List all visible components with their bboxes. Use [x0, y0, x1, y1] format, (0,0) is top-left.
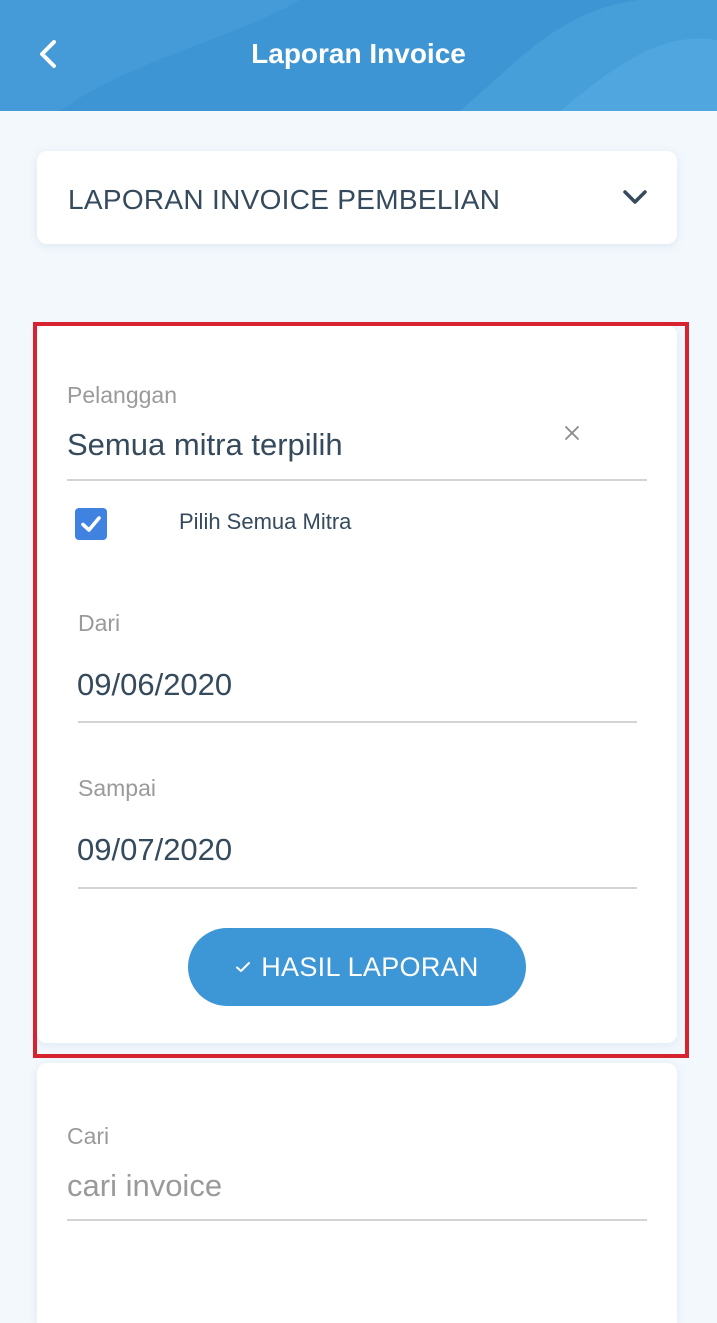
select-all-label: Pilih Semua Mitra — [179, 509, 352, 534]
date-to-field[interactable]: 09/07/2020 — [77, 832, 232, 868]
date-from-label: Dari — [78, 610, 121, 636]
page-title: Laporan Invoice — [251, 38, 466, 69]
report-filter-form: Pelanggan Semua mitra terpilih Pilih Sem… — [37, 325, 677, 1043]
generate-report-label: HASIL LAPORAN — [261, 951, 479, 982]
close-icon[interactable] — [562, 423, 582, 443]
search-card: Cari — [37, 1063, 677, 1323]
check-icon — [236, 962, 251, 972]
generate-report-button[interactable]: HASIL LAPORAN — [188, 928, 526, 1006]
search-input[interactable] — [67, 1163, 647, 1209]
select-all-checkbox[interactable] — [75, 508, 107, 540]
customer-underline — [67, 479, 647, 481]
date-from-field[interactable]: 09/06/2020 — [77, 667, 232, 703]
date-from-underline — [78, 721, 637, 723]
app-header: Laporan Invoice — [0, 0, 717, 111]
report-type-dropdown[interactable]: LAPORAN INVOICE PEMBELIAN — [37, 151, 677, 244]
search-label: Cari — [67, 1123, 110, 1149]
customer-field[interactable]: Semua mitra terpilih — [67, 427, 343, 463]
search-underline — [67, 1219, 647, 1221]
customer-label: Pelanggan — [67, 382, 177, 408]
checkmark-icon — [81, 516, 101, 532]
report-type-value: LAPORAN INVOICE PEMBELIAN — [68, 184, 501, 215]
chevron-down-icon — [623, 190, 647, 204]
date-to-underline — [78, 887, 637, 889]
date-to-label: Sampai — [78, 775, 156, 801]
